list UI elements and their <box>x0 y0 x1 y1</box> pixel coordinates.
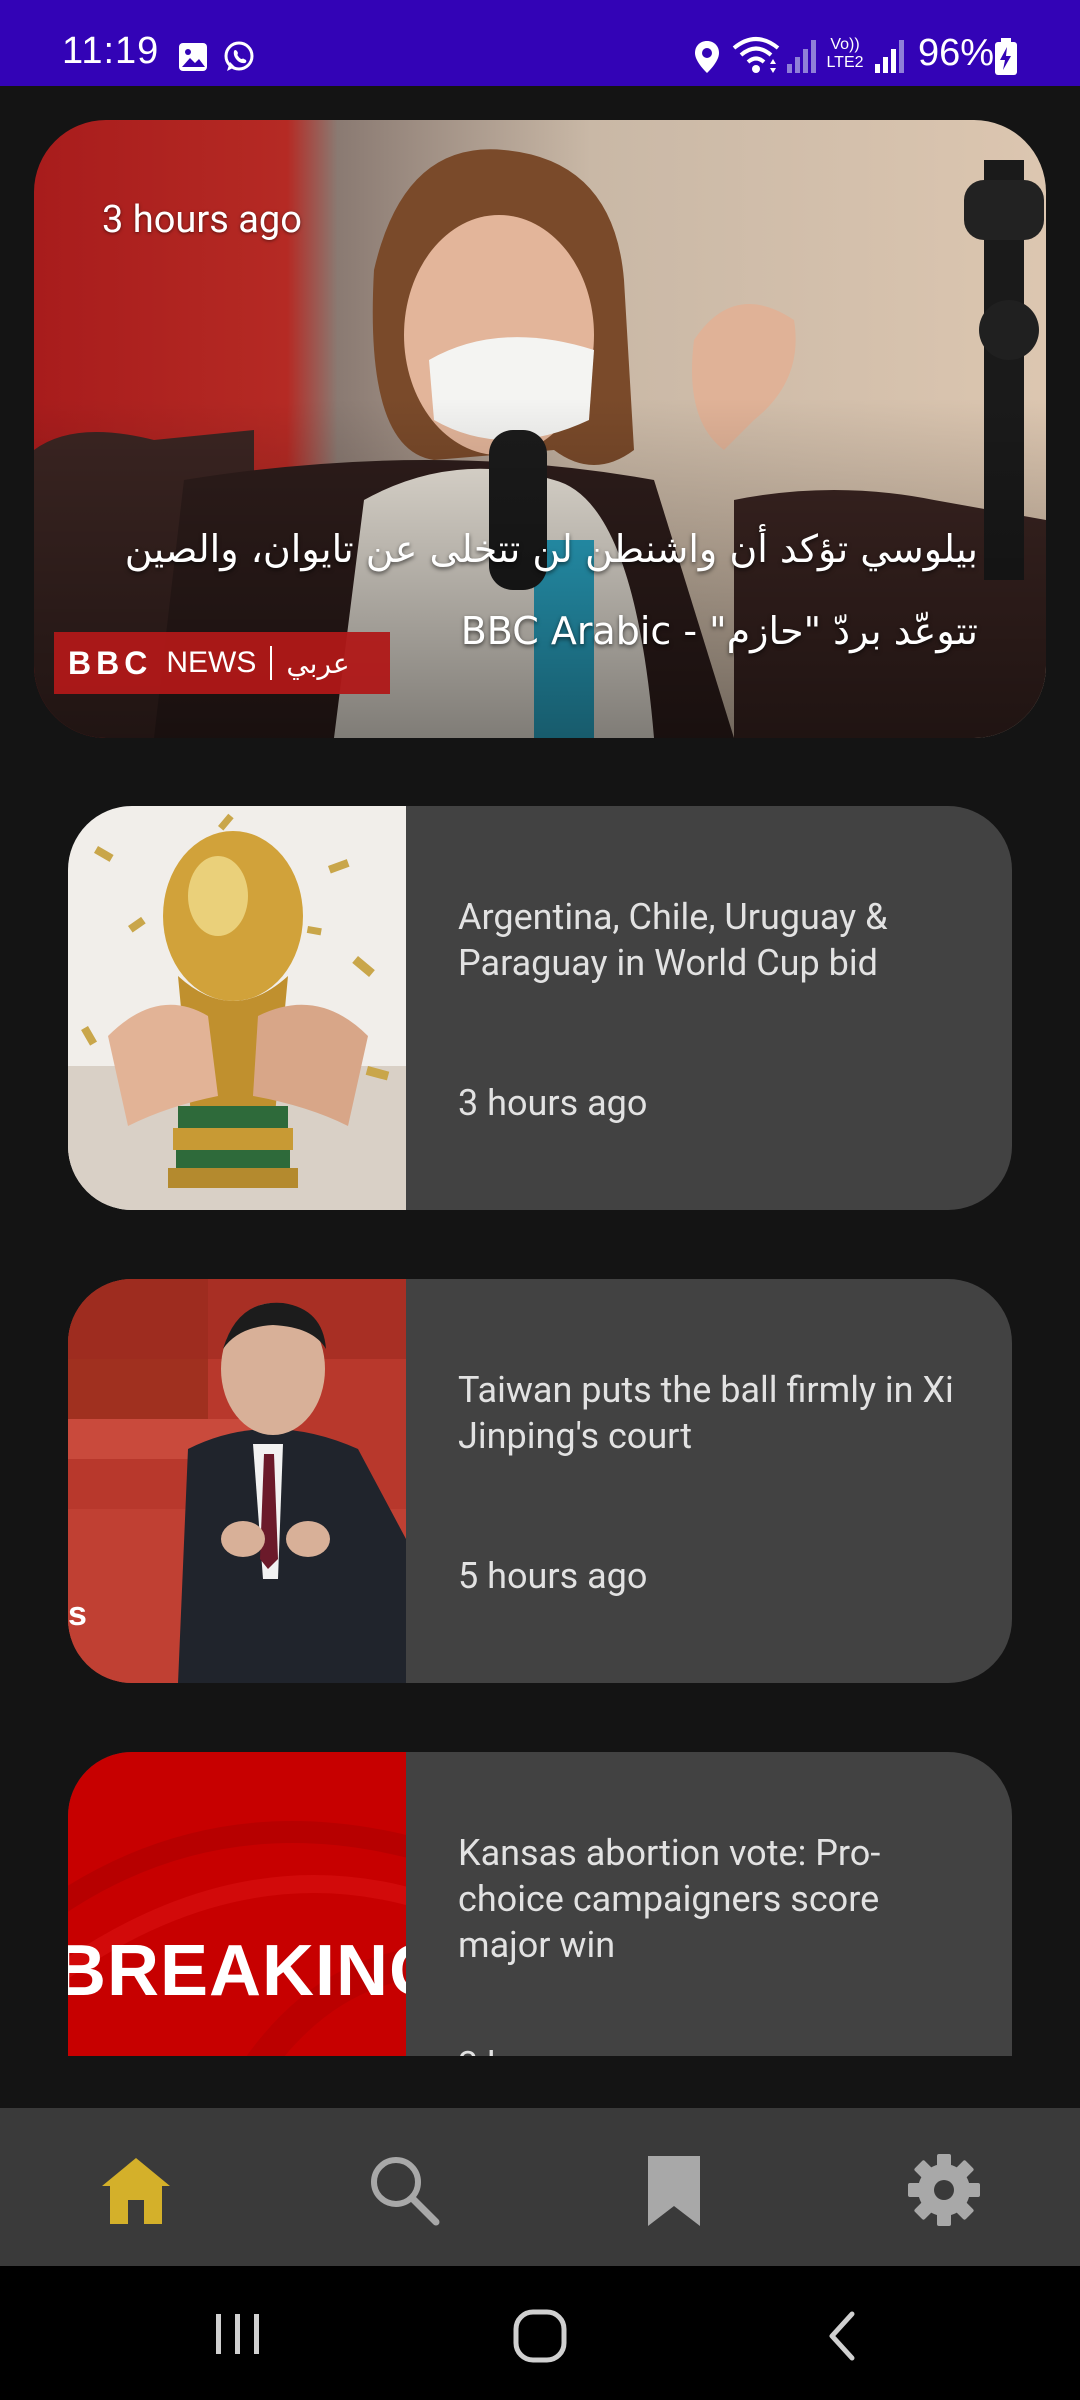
search-icon[interactable] <box>364 2150 444 2230</box>
news-card[interactable]: BREAKING Kansas abortion vote: Pro-choic… <box>68 1752 1012 2056</box>
hero-time: 3 hours ago <box>102 198 302 242</box>
article-title: Argentina, Chile, Uruguay & Paraguay in … <box>458 896 888 984</box>
article-thumbnail <box>68 1279 406 1683</box>
back-icon[interactable] <box>822 2310 862 2362</box>
settings-icon[interactable] <box>904 2150 984 2230</box>
news-card[interactable]: s Taiwan puts the ball firmly in Xi Jinp… <box>68 1279 1012 1683</box>
system-navigation-bar <box>0 2266 1080 2400</box>
bookmark-icon[interactable] <box>634 2150 714 2230</box>
article-thumbnail <box>68 806 406 1210</box>
home-circle-icon[interactable] <box>512 2308 568 2364</box>
feed-scroll-area[interactable]: BBC NEWS عربي 3 hours ago بيلوسي تؤكد أن… <box>0 0 1080 2056</box>
bottom-navigation <box>0 2108 1080 2266</box>
article-title: Kansas abortion vote: Pro-choice campaig… <box>458 1832 881 1966</box>
article-time: 3 hours ago <box>458 2044 647 2056</box>
home-icon[interactable] <box>96 2150 176 2230</box>
thumbnail-breaking-text: BREAKING <box>68 1931 406 2011</box>
article-title: Taiwan puts the ball firmly in Xi Jinpin… <box>458 1369 954 1457</box>
article-time: 3 hours ago <box>458 1082 648 1124</box>
article-time: 5 hours ago <box>458 1555 648 1597</box>
news-card[interactable]: Argentina, Chile, Uruguay & Paraguay in … <box>68 806 1012 1210</box>
thumbnail-caption: s <box>68 1595 87 1633</box>
hero-news-card[interactable]: BBC NEWS عربي 3 hours ago بيلوسي تؤكد أن… <box>34 120 1046 738</box>
recents-icon[interactable] <box>210 2310 266 2358</box>
hero-title: بيلوسي تؤكد أن واشنطن لن تتخلى عن تايوان… <box>124 527 978 653</box>
